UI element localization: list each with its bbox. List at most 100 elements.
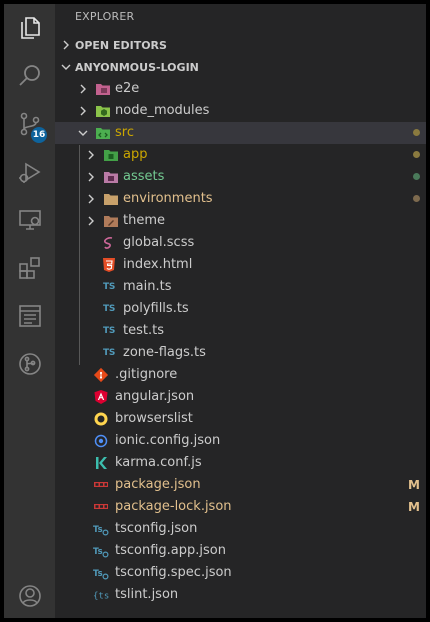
tree-item-zone-flags-ts[interactable]: TS zone-flags.ts	[55, 342, 426, 364]
tree-item-app[interactable]: app	[55, 144, 426, 166]
extensions-icon[interactable]	[4, 244, 55, 292]
npm-file-icon	[93, 499, 109, 515]
tree-item-label: .gitignore	[115, 367, 178, 382]
activity-bar: 16	[4, 4, 55, 618]
tree-item-label: src	[115, 125, 134, 140]
tree-item-label: package-lock.json	[115, 499, 232, 514]
tree-item-gitignore[interactable]: .gitignore	[55, 364, 426, 386]
modified-dot	[413, 129, 420, 136]
tslint-file-icon: {ts}	[93, 587, 109, 603]
tree-item-label: environments	[123, 191, 213, 206]
file-tree: e2e node_modules src app assets environm…	[55, 78, 426, 606]
tree-item-node-modules[interactable]: node_modules	[55, 100, 426, 122]
tree-item-label: zone-flags.ts	[123, 345, 206, 360]
explorer-sidebar: EXPLORER OPEN EDITORS ANYONMOUS-LOGIN e2…	[55, 4, 426, 618]
browser-preview-icon[interactable]	[4, 292, 55, 340]
svg-text:{ts}: {ts}	[93, 592, 109, 602]
chevron-right-icon	[88, 172, 94, 182]
tree-item-tsconfig-json[interactable]: Ts tsconfig.json	[55, 518, 426, 540]
tree-item-label: tsconfig.json	[115, 521, 198, 536]
git-graph-icon[interactable]	[4, 340, 55, 388]
chevron-right-icon	[88, 150, 94, 160]
tree-item-test-ts[interactable]: TS test.ts	[55, 320, 426, 342]
tree-item-tsconfig-app-json[interactable]: Ts tsconfig.app.json	[55, 540, 426, 562]
svg-text:Ts: Ts	[93, 547, 103, 557]
chevron-right-icon	[88, 194, 94, 204]
tree-item-label: tsconfig.spec.json	[115, 565, 232, 580]
sass-file-icon	[101, 235, 117, 251]
folder-theme-icon	[103, 213, 119, 229]
karma-file-icon	[93, 455, 109, 471]
tree-item-e2e[interactable]: e2e	[55, 78, 426, 100]
tree-item-global-scss[interactable]: global.scss	[55, 232, 426, 254]
open-editors-label: OPEN EDITORS	[75, 38, 167, 52]
tsconfig-file-icon: Ts	[93, 565, 109, 581]
source-control-icon[interactable]: 16	[4, 100, 55, 148]
chevron-right-icon	[88, 216, 94, 226]
tree-item-label: tslint.json	[115, 587, 179, 602]
chevron-down-icon	[61, 64, 71, 70]
tree-item-assets[interactable]: assets	[55, 166, 426, 188]
typescript-file-icon: TS	[102, 304, 116, 314]
html-file-icon	[101, 257, 117, 273]
tree-item-label: assets	[123, 169, 165, 184]
chevron-right-icon	[63, 40, 69, 50]
tree-item-package-json[interactable]: package.json M	[55, 474, 426, 496]
project-section[interactable]: ANYONMOUS-LOGIN	[55, 56, 426, 78]
tree-item-label: browserslist	[115, 411, 193, 426]
tree-item-src[interactable]: src	[55, 122, 426, 144]
run-debug-icon[interactable]	[4, 148, 55, 196]
tree-item-tslint-json[interactable]: {ts} tslint.json	[55, 584, 426, 606]
tree-item-label: index.html	[123, 257, 193, 272]
tree-item-label: e2e	[115, 81, 140, 96]
open-editors-section[interactable]: OPEN EDITORS	[55, 34, 426, 56]
search-icon[interactable]	[4, 52, 55, 100]
modified-dot	[413, 195, 420, 202]
tree-item-theme[interactable]: theme	[55, 210, 426, 232]
tree-item-label: package.json	[115, 477, 201, 492]
tree-item-label: theme	[123, 213, 165, 228]
modified-badge: M	[408, 500, 420, 514]
account-icon[interactable]	[4, 572, 55, 618]
typescript-file-icon: TS	[102, 326, 116, 336]
folder-app-icon	[103, 147, 119, 163]
untracked-dot	[413, 173, 420, 180]
ionic-file-icon	[93, 433, 109, 449]
explorer-icon[interactable]	[4, 4, 55, 52]
tree-item-angular-json[interactable]: angular.json	[55, 386, 426, 408]
tree-item-label: tsconfig.app.json	[115, 543, 226, 558]
tree-item-index-html[interactable]: index.html	[55, 254, 426, 276]
modified-dot	[413, 151, 420, 158]
tree-item-ionic-config-json[interactable]: ionic.config.json	[55, 430, 426, 452]
tree-item-environments[interactable]: environments	[55, 188, 426, 210]
tree-item-main-ts[interactable]: TS main.ts	[55, 276, 426, 298]
folder-environments-icon	[103, 191, 119, 207]
tree-item-label: app	[123, 147, 148, 162]
angular-file-icon	[93, 389, 109, 405]
scm-badge: 16	[31, 127, 47, 143]
tree-item-package-lock-json[interactable]: package-lock.json M	[55, 496, 426, 518]
tree-item-label: ionic.config.json	[115, 433, 221, 448]
tree-item-label: node_modules	[115, 103, 210, 118]
tree-item-karma-conf-js[interactable]: karma.conf.js	[55, 452, 426, 474]
tree-item-tsconfig-spec-json[interactable]: Ts tsconfig.spec.json	[55, 562, 426, 584]
folder-assets-icon	[103, 169, 119, 185]
git-file-icon	[93, 367, 109, 383]
tree-item-label: test.ts	[123, 323, 164, 338]
svg-text:Ts: Ts	[93, 525, 103, 535]
tree-item-label: karma.conf.js	[115, 455, 202, 470]
folder-src-icon	[95, 125, 111, 141]
remote-explorer-icon[interactable]	[4, 196, 55, 244]
tsconfig-file-icon: Ts	[93, 543, 109, 559]
modified-badge: M	[408, 478, 420, 492]
explorer-title: EXPLORER	[75, 10, 135, 23]
tree-item-polyfills-ts[interactable]: TS polyfills.ts	[55, 298, 426, 320]
folder-node-icon	[95, 103, 111, 119]
tsconfig-file-icon: Ts	[93, 521, 109, 537]
chevron-right-icon	[80, 106, 86, 116]
tree-item-label: polyfills.ts	[123, 301, 189, 316]
tree-item-browserslist[interactable]: browserslist	[55, 408, 426, 430]
tree-item-label: main.ts	[123, 279, 172, 294]
project-name: ANYONMOUS-LOGIN	[75, 60, 199, 74]
typescript-file-icon: TS	[102, 282, 116, 292]
